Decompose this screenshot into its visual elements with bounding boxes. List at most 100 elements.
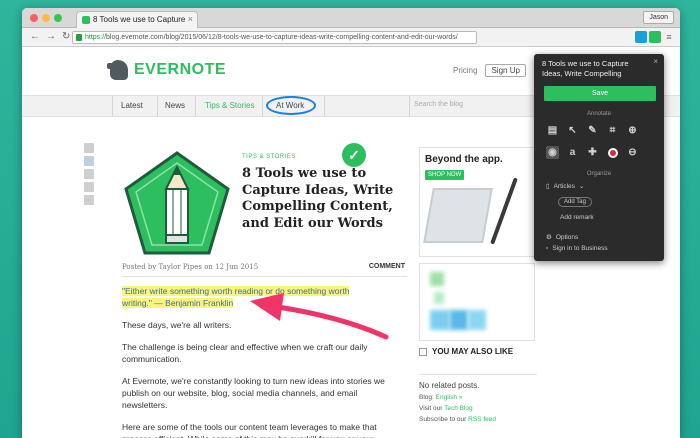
sign-in-business-link[interactable]: ▫ Sign in to Business	[546, 245, 608, 252]
nav-latest[interactable]: Latest	[121, 101, 143, 110]
paragraph-1: These days, we're all writers.	[122, 320, 232, 330]
tab-title: 8 Tools we use to Capture	[93, 15, 186, 24]
reload-icon[interactable]: ↻	[62, 31, 70, 43]
annotate-tools-row-1: ▤ ↖ ✎ ⌗ ⊕	[546, 124, 639, 137]
blurred-block	[430, 310, 450, 330]
nav-news[interactable]: News	[165, 101, 185, 110]
forward-icon[interactable]: →	[46, 31, 56, 43]
nav-divider	[262, 96, 263, 117]
notepad-image	[423, 188, 493, 243]
rss-link[interactable]: RSS feed	[468, 416, 496, 423]
highlighter-tool-icon[interactable]: ◉	[546, 146, 559, 159]
annotate-label: Annotate	[586, 111, 612, 117]
advertisement[interactable]: Beyond the app. SHOP NOW	[419, 147, 535, 257]
blurred-block	[468, 310, 486, 330]
close-window-icon[interactable]	[30, 14, 38, 22]
blurred-ad	[419, 263, 535, 341]
close-icon[interactable]: ×	[653, 57, 658, 66]
blog-search-input[interactable]: Search the blog	[414, 101, 463, 108]
back-icon[interactable]: ←	[30, 31, 40, 43]
address-bar: ← → ↻ https://blog.evernote.com/blog/201…	[22, 28, 680, 47]
elephant-icon	[107, 60, 128, 80]
nav-tips-stories[interactable]: Tips & Stories	[205, 101, 255, 110]
nav-divider	[195, 96, 196, 117]
logo-text: EVERNOTE	[134, 61, 227, 78]
color-picker-icon[interactable]	[606, 146, 619, 159]
save-button[interactable]: Save	[544, 86, 656, 101]
notebook-name: Articles	[553, 182, 575, 190]
blurred-block	[430, 272, 444, 286]
google-plus-icon[interactable]	[84, 182, 94, 192]
nav-divider	[409, 96, 410, 117]
browser-tab[interactable]: 8 Tools we use to Capture ×	[76, 11, 198, 28]
add-remark-field[interactable]: Add remark	[560, 214, 594, 221]
stylus-image	[490, 177, 518, 245]
arrow-tool-icon[interactable]: ↖	[566, 124, 579, 137]
add-tag-button[interactable]: Add Tag	[558, 197, 592, 207]
nav-divider	[112, 96, 113, 117]
comment-link[interactable]: COMMENT	[369, 263, 405, 270]
header-links: Pricing Sign Up	[453, 64, 526, 77]
organize-label: Organize	[586, 171, 612, 177]
article-clip-icon[interactable]: ▤	[546, 124, 559, 137]
tech-blog-link[interactable]: Tech Blog	[444, 405, 473, 412]
clip-title[interactable]: 8 Tools we use to Capture Ideas, Write C…	[542, 59, 642, 79]
paragraph-2: The challenge is being clear and effecti…	[122, 342, 368, 364]
options-button[interactable]: ⚙ Options	[546, 233, 578, 242]
evernote-logo[interactable]: EVERNOTE	[107, 60, 227, 80]
visit-label: Visit our	[419, 405, 443, 412]
pen-tool-icon[interactable]: ✎	[586, 124, 599, 137]
url-scheme: https://	[85, 34, 107, 41]
url-field[interactable]: https://blog.evernote.com/blog/2015/06/1…	[72, 31, 477, 44]
zoom-in-icon[interactable]: ⊕	[626, 124, 639, 137]
ad-title: Beyond the app.	[425, 154, 503, 165]
lock-icon	[76, 34, 82, 41]
twitter-icon[interactable]	[84, 156, 94, 166]
stamp-tool-icon[interactable]: ✚	[586, 146, 599, 159]
notebook-icon: ▯	[546, 183, 550, 190]
zoom-window-icon[interactable]	[54, 14, 62, 22]
business-icon: ▫	[546, 245, 549, 252]
blog-label: Blog:	[419, 394, 434, 401]
save-to-evernote-icon[interactable]	[84, 143, 94, 153]
evernote-favicon-icon	[82, 16, 90, 24]
checkmark-badge-icon: ✓	[342, 143, 366, 167]
menu-icon[interactable]: ≡	[663, 31, 675, 43]
zoom-out-icon[interactable]: ⊖	[626, 146, 639, 159]
evernote-clipper-icon[interactable]	[649, 31, 661, 43]
blog-language-line: Blog: English »	[419, 394, 537, 401]
byline: Posted by Taylor Pipes on 12 Jun 2015	[122, 263, 259, 271]
pull-quote: "Either write something worth reading or…	[122, 285, 387, 309]
text-tool-icon[interactable]: a	[566, 146, 579, 159]
shop-now-button[interactable]: SHOP NOW	[425, 170, 465, 180]
nav-divider	[324, 96, 325, 117]
gear-icon: ⚙	[546, 234, 552, 241]
article-title: 8 Tools we use to Capture Ideas, Write C…	[242, 166, 394, 231]
close-tab-icon[interactable]: ×	[188, 14, 193, 24]
language-link[interactable]: English »	[436, 394, 463, 401]
window-controls[interactable]	[30, 14, 62, 22]
tab-bar: 8 Tools we use to Capture × Jason	[22, 8, 680, 28]
no-related-posts: No related posts.	[419, 374, 537, 390]
web-clipper-panel: 8 Tools we use to Capture Ideas, Write C…	[534, 54, 664, 261]
share-bar	[84, 143, 94, 205]
sign-in-label: Sign in to Business	[552, 245, 608, 252]
minimize-window-icon[interactable]	[42, 14, 50, 22]
article-category[interactable]: TIPS & STORIES	[242, 154, 296, 160]
signup-button[interactable]: Sign Up	[485, 64, 526, 77]
blurred-block	[434, 292, 444, 304]
right-sidebar: Beyond the app. SHOP NOW YOU MAY ALSO LI…	[419, 147, 537, 423]
you-may-also-like-heading: YOU MAY ALSO LIKE	[419, 347, 537, 356]
hand-drawn-circle-annotation	[266, 96, 316, 115]
crop-tool-icon[interactable]: ⌗	[606, 124, 619, 137]
rss-line: Subscribe to our RSS feed	[419, 416, 537, 423]
pricing-link[interactable]: Pricing	[453, 66, 477, 75]
facebook-icon[interactable]	[84, 169, 94, 179]
paragraph-3: At Evernote, we're constantly looking to…	[122, 376, 385, 410]
linkedin-icon[interactable]	[84, 195, 94, 205]
red-color-swatch	[607, 147, 618, 158]
profile-button[interactable]: Jason	[643, 11, 674, 24]
chevron-down-icon: ⌄	[578, 183, 585, 190]
extension-icon[interactable]	[635, 31, 647, 43]
notebook-selector[interactable]: ▯ Articles ⌄	[546, 182, 585, 191]
